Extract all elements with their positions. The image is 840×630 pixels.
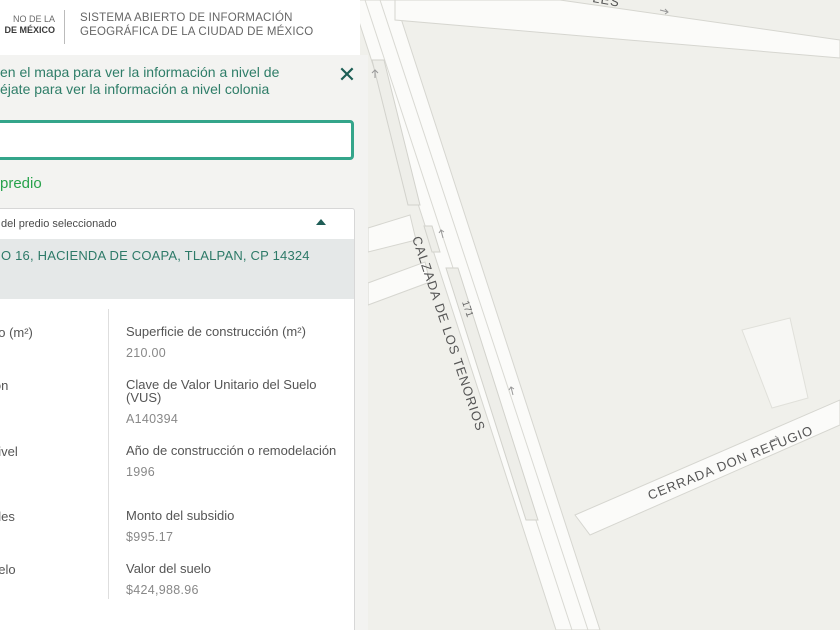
logo-line-1: NO DE LA [12, 14, 55, 24]
address-text: O 16, HACIENDA DE COAPA, TLALPAN, CP 143… [1, 248, 310, 263]
field-label: Monto del subsidio [126, 508, 235, 523]
field-clave-vus: Clave de Valor Unitario del Suelo (VUS) … [126, 378, 341, 426]
field-valor-suelo: Valor del suelo $424,988.96 [126, 562, 341, 597]
chevron-up-icon[interactable] [316, 219, 326, 225]
section-title-predio: predio [0, 175, 42, 192]
field-value: A140394 [126, 412, 179, 426]
left-label-nivel: nivel [0, 444, 18, 459]
card-header[interactable]: del predio seleccionado [0, 209, 354, 239]
app-title-line-2: GEOGRÁFICA DE LA CIUDAD DE MÉXICO [80, 26, 314, 38]
field-value: $995.17 [126, 530, 174, 544]
field-label: Superficie de construcción (m²) [126, 324, 306, 339]
field-superficie-construccion: Superficie de construcción (m²) 210.00 [126, 325, 341, 360]
left-label-terreno: no (m²) [0, 325, 33, 340]
address-band: O 16, HACIENDA DE COAPA, TLALPAN, CP 143… [0, 239, 354, 299]
field-label: Año de construcción o remodelación [126, 443, 337, 458]
card-header-label: del predio seleccionado [1, 218, 117, 230]
left-label-ales: ales [0, 509, 15, 524]
predio-info-card: del predio seleccionado O 16, HACIENDA D… [0, 208, 355, 630]
logo-line-2: DE MÉXICO [4, 25, 55, 35]
instructions-line-2: éjate para ver la información a nivel co… [0, 81, 270, 97]
close-icon[interactable]: ✕ [337, 64, 357, 86]
left-label-ubicacion: ión [0, 378, 9, 393]
field-value: 1996 [126, 465, 156, 479]
info-panel: en el mapa para ver la información a niv… [0, 55, 368, 630]
government-logo[interactable]: NO DE LA DE MÉXICO [0, 14, 55, 36]
field-monto-subsidio: Monto del subsidio $995.17 [126, 509, 341, 544]
app-title: SISTEMA ABIERTO DE INFORMACIÓN GEOGRÁFIC… [80, 11, 313, 39]
left-label-suelo: uelo [0, 562, 16, 577]
field-label: Clave de Valor Unitario del Suelo (VUS) [126, 377, 317, 405]
search-input[interactable] [0, 120, 354, 160]
instructions-line-1: en el mapa para ver la información a niv… [0, 64, 280, 80]
field-label: Valor del suelo [126, 561, 212, 576]
field-value: $424,988.96 [126, 583, 199, 597]
header-divider [64, 10, 65, 44]
column-divider [108, 309, 109, 599]
app-header: NO DE LA DE MÉXICO SISTEMA ABIERTO DE IN… [0, 0, 360, 55]
app-title-line-1: SISTEMA ABIERTO DE INFORMACIÓN [80, 12, 293, 24]
instructions-text: en el mapa para ver la información a niv… [0, 64, 330, 98]
field-value: 210.00 [126, 346, 167, 360]
field-anio-construccion: Año de construcción o remodelación 1996 [126, 444, 341, 479]
